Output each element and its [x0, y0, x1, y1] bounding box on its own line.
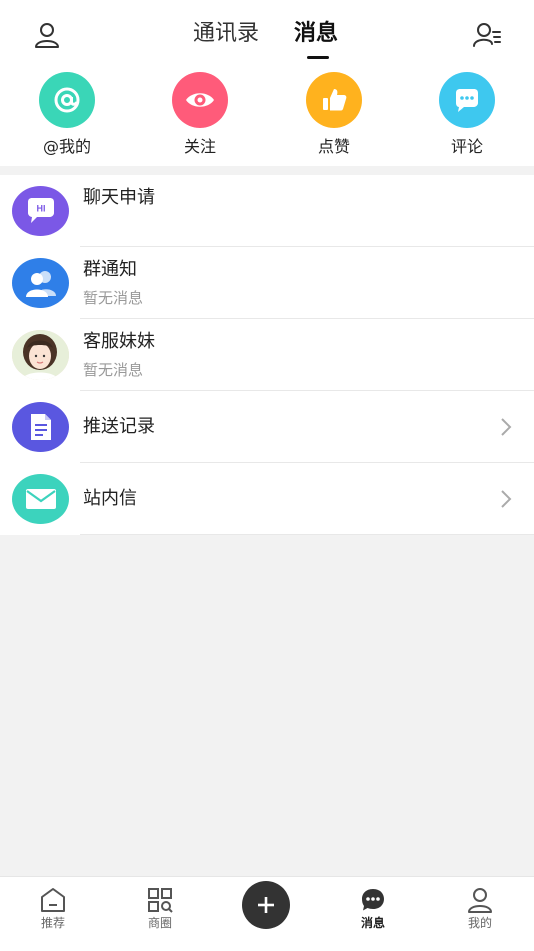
- message-list: HI 聊天申请 群通知 暂无消息 客服妹妹 暂无消息 推送记录 站内信: [0, 175, 534, 535]
- tab-messages-bottom[interactable]: 消息: [333, 877, 413, 951]
- tab-recommend[interactable]: 推荐: [13, 877, 93, 951]
- list-item-title: 群通知: [83, 259, 137, 280]
- tab-contacts[interactable]: 通讯录: [193, 18, 259, 50]
- quick-action-comments[interactable]: 评论: [417, 72, 517, 162]
- grid-icon: [148, 888, 173, 913]
- list-item-chat-request[interactable]: HI 聊天申请: [0, 175, 534, 247]
- chat-hi-icon: HI: [12, 186, 69, 236]
- list-item-title: 客服妹妹: [83, 331, 155, 352]
- list-item-title: 聊天申请: [83, 187, 155, 208]
- chevron-right-icon: [501, 490, 512, 508]
- user-icon: [468, 888, 492, 913]
- quick-action-mentions[interactable]: @我的: [17, 72, 117, 162]
- tab-label: 推荐: [40, 916, 65, 930]
- list-item-subtitle: 暂无消息: [83, 289, 144, 307]
- add-button[interactable]: [242, 881, 290, 929]
- tab-mine[interactable]: 我的: [440, 877, 520, 951]
- quick-action-label: @我的: [42, 137, 91, 156]
- plus-icon: [258, 897, 274, 913]
- tab-label: 商圈: [147, 916, 172, 930]
- document-icon: [12, 402, 69, 452]
- list-item-title: 站内信: [83, 488, 137, 509]
- quick-action-label: 关注: [183, 137, 216, 156]
- quick-action-likes[interactable]: 点赞: [284, 72, 384, 162]
- bottom-tab-bar: 推荐 商圈 消息 我的: [0, 876, 534, 951]
- divider: [80, 534, 534, 535]
- list-item-subtitle: 暂无消息: [83, 361, 144, 379]
- message-icon: [362, 889, 384, 911]
- tab-label: 我的: [467, 916, 492, 930]
- customer-service-avatar: [12, 330, 69, 380]
- mail-icon: [12, 474, 69, 524]
- quick-action-label: 点赞: [317, 137, 350, 156]
- list-item-inbox[interactable]: 站内信: [0, 463, 534, 535]
- list-item-title: 推送记录: [83, 416, 155, 437]
- contacts-settings-icon[interactable]: [472, 20, 502, 50]
- quick-action-follow[interactable]: 关注: [150, 72, 250, 162]
- list-item-customer-service[interactable]: 客服妹妹 暂无消息: [0, 319, 534, 391]
- profile-icon[interactable]: [32, 20, 62, 50]
- quick-action-label: 评论: [450, 137, 483, 156]
- active-tab-indicator: [307, 56, 329, 59]
- at-icon: [39, 72, 95, 128]
- chevron-right-icon: [501, 418, 512, 436]
- list-item-push-history[interactable]: 推送记录: [0, 391, 534, 463]
- tab-label: 消息: [360, 916, 385, 930]
- group-icon: [12, 258, 69, 308]
- tab-messages[interactable]: 消息: [294, 18, 338, 50]
- top-header: 通讯录 消息: [0, 0, 534, 68]
- quick-actions: @我的 关注 点赞 评论: [0, 68, 534, 166]
- tab-business-circle[interactable]: 商圈: [120, 877, 200, 951]
- home-icon: [41, 888, 65, 912]
- list-item-group-notice[interactable]: 群通知 暂无消息: [0, 247, 534, 319]
- svg-text:HI: HI: [36, 204, 45, 214]
- thumbs-up-icon: [306, 72, 362, 128]
- eye-icon: [172, 72, 228, 128]
- comment-icon: [439, 72, 495, 128]
